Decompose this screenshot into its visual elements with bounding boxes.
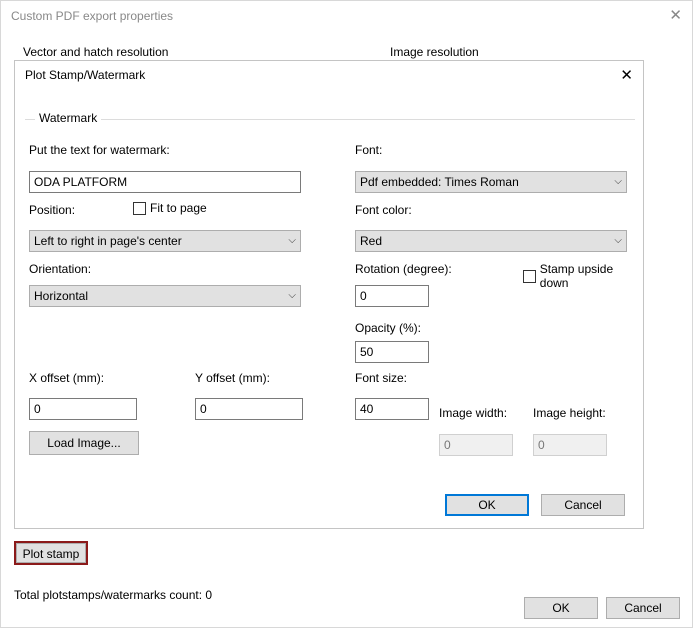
rotation-input[interactable]: 0 xyxy=(355,285,429,307)
parent-title-text: Custom PDF export properties xyxy=(11,1,173,31)
watermark-dialog: Plot Stamp/Watermark ✕ Watermark Put the… xyxy=(14,60,644,529)
close-icon[interactable]: ✕ xyxy=(669,1,682,31)
image-height-input: 0 xyxy=(533,434,607,456)
font-size-label: Font size: xyxy=(355,371,407,385)
dialog-ok-button[interactable]: OK xyxy=(445,494,529,516)
font-size-input[interactable]: 40 xyxy=(355,398,429,420)
font-color-select[interactable]: Red ⌵ xyxy=(355,230,627,252)
dialog-cancel-button[interactable]: Cancel xyxy=(541,494,625,516)
load-image-button[interactable]: Load Image... xyxy=(29,431,139,455)
font-label: Font: xyxy=(355,143,382,157)
text-label: Put the text for watermark: xyxy=(29,143,170,157)
watermark-text-input[interactable]: ODA PLATFORM xyxy=(29,171,301,193)
total-count-label: Total plotstamps/watermarks count: 0 xyxy=(14,588,212,602)
parent-button-row: OK Cancel xyxy=(524,597,680,619)
dialog-button-row: OK Cancel xyxy=(445,494,625,516)
vector-group-label: Vector and hatch resolution xyxy=(23,45,168,59)
checkbox-icon xyxy=(133,202,146,215)
plot-stamp-button-label: Plot stamp xyxy=(16,543,86,563)
font-select[interactable]: Pdf embedded: Times Roman ⌵ xyxy=(355,171,627,193)
orientation-select[interactable]: Horizontal ⌵ xyxy=(29,285,301,307)
parent-cancel-button[interactable]: Cancel xyxy=(606,597,680,619)
watermark-fieldset-rule xyxy=(25,119,635,120)
opacity-label: Opacity (%): xyxy=(355,321,421,335)
chevron-down-icon: ⌵ xyxy=(614,172,622,192)
position-label: Position: xyxy=(29,203,75,217)
stamp-upside-checkbox[interactable]: Stamp upside down xyxy=(523,262,643,290)
font-color-value: Red xyxy=(360,231,382,251)
position-value: Left to right in page's center xyxy=(34,231,182,251)
chevron-down-icon: ⌵ xyxy=(288,286,296,306)
parent-titlebar: Custom PDF export properties ✕ xyxy=(1,1,692,31)
image-width-input: 0 xyxy=(439,434,513,456)
chevron-down-icon: ⌵ xyxy=(614,231,622,251)
dialog-title-text: Plot Stamp/Watermark xyxy=(25,68,145,82)
x-offset-input[interactable]: 0 xyxy=(29,398,137,420)
chevron-down-icon: ⌵ xyxy=(288,231,296,251)
dialog-titlebar: Plot Stamp/Watermark ✕ xyxy=(15,61,643,89)
image-group-label: Image resolution xyxy=(390,45,479,59)
plot-stamp-button[interactable]: Plot stamp xyxy=(14,541,88,565)
orientation-value: Horizontal xyxy=(34,286,88,306)
rotation-label: Rotation (degree): xyxy=(355,262,452,276)
parent-ok-button[interactable]: OK xyxy=(524,597,598,619)
watermark-fieldset-label: Watermark xyxy=(35,111,101,125)
font-color-label: Font color: xyxy=(355,203,412,217)
font-value: Pdf embedded: Times Roman xyxy=(360,172,519,192)
image-width-label: Image width: xyxy=(439,406,507,420)
position-select[interactable]: Left to right in page's center ⌵ xyxy=(29,230,301,252)
dialog-close-icon[interactable]: ✕ xyxy=(620,66,633,84)
x-offset-label: X offset (mm): xyxy=(29,371,104,385)
fit-to-page-label: Fit to page xyxy=(150,201,207,215)
y-offset-label: Y offset (mm): xyxy=(195,371,270,385)
orientation-label: Orientation: xyxy=(29,262,91,276)
stamp-upside-label: Stamp upside down xyxy=(540,262,643,290)
fit-to-page-checkbox[interactable]: Fit to page xyxy=(133,201,207,215)
image-height-label: Image height: xyxy=(533,406,606,420)
parent-window: Custom PDF export properties ✕ Vector an… xyxy=(0,0,693,628)
checkbox-icon xyxy=(523,270,536,283)
opacity-input[interactable]: 50 xyxy=(355,341,429,363)
y-offset-input[interactable]: 0 xyxy=(195,398,303,420)
